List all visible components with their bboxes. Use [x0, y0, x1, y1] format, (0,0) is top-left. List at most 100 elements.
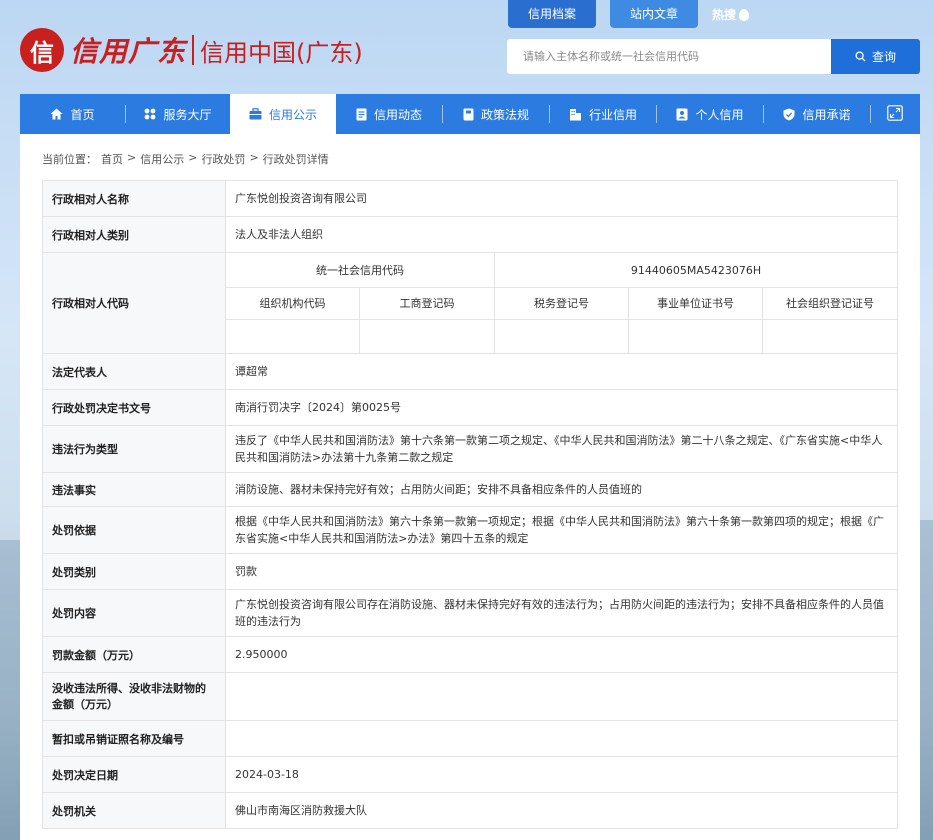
breadcrumb-separator: >	[127, 151, 137, 164]
nav-item-label: 行业信用	[588, 107, 637, 122]
shield-icon	[783, 108, 795, 121]
row-value	[224, 672, 899, 721]
table-row: 法定代表人 谭超常	[42, 353, 899, 390]
building-icon	[569, 108, 582, 121]
row-label: 法定代表人	[42, 353, 226, 390]
table-row: 罚款金额（万元） 2.950000	[42, 636, 899, 673]
row-value	[224, 720, 899, 757]
row-label: 行政相对人名称	[42, 180, 226, 217]
logo-divider	[192, 35, 195, 65]
row-value: 南消行罚决字〔2024〕第0025号	[224, 389, 899, 426]
code-header: 组织机构代码	[225, 287, 360, 320]
breadcrumb: 当前位置： 首页 > 信用公示 > 行政处罚 > 行政处罚详情	[42, 151, 329, 167]
row-label: 罚款金额（万元）	[42, 636, 226, 673]
code-value	[494, 319, 629, 354]
grid-icon	[144, 108, 156, 120]
row-value: 违反了《中华人民共和国消防法》第十六条第一款第二项之规定、《中华人民共和国消防法…	[224, 425, 899, 473]
breadcrumb-prefix: 当前位置：	[42, 153, 97, 166]
row-label: 处罚决定日期	[42, 756, 226, 793]
row-value: 罚款	[224, 553, 899, 590]
row-label: 处罚机关	[42, 792, 226, 829]
code-value	[359, 319, 495, 354]
id-card-icon	[676, 108, 688, 121]
site-header: 信 信用广东 信用中国(广东) 信用档案 站内文章 热搜 查询	[0, 0, 933, 92]
code-header: 社会组织登记证号	[761, 287, 899, 320]
nav-item-industry-credit[interactable]: 行业信用	[550, 94, 656, 134]
search-input[interactable]	[507, 39, 831, 74]
table-row: 行政相对人类别 法人及非法人组织	[42, 216, 899, 253]
breadcrumb-credit-public[interactable]: 信用公示	[140, 151, 184, 167]
table-row: 行政相对人名称 广东悦创投资咨询有限公司	[42, 180, 899, 217]
row-label: 没收违法所得、没收非法财物的金额（万元）	[42, 672, 226, 721]
row-label: 行政相对人代码	[42, 252, 226, 354]
logo-script-text: 信用广东	[70, 35, 187, 68]
code-header: 工商登记码	[359, 287, 495, 320]
code-header: 事业单位证书号	[628, 287, 763, 320]
site-logo[interactable]: 信 信用广东 信用中国(广东)	[20, 28, 363, 72]
search-button[interactable]: 查询	[831, 39, 920, 74]
table-row: 行政相对人代码 统一社会信用代码 91440605MA5423076H	[42, 252, 899, 354]
nav-item-personal-credit[interactable]: 个人信用	[657, 94, 763, 134]
row-value: 佛山市南海区消防救援大队	[224, 792, 899, 829]
code-value	[628, 319, 763, 354]
table-row: 行政处罚决定书文号 南消行罚决字〔2024〕第0025号	[42, 389, 899, 426]
tab-credit-archive[interactable]: 信用档案	[508, 0, 597, 28]
search-bar: 查询	[507, 39, 920, 74]
logo-title: 信用中国(广东)	[200, 38, 363, 67]
row-value: 消防设施、器材未保持完好有效；占用防火间距；安排不具备相应条件的人员值班的	[224, 472, 899, 507]
row-label: 处罚内容	[42, 589, 226, 637]
row-value: 2024-03-18	[224, 756, 899, 793]
table-row: 没收违法所得、没收非法财物的金额（万元）	[42, 672, 899, 721]
nav-item-label: 政策法规	[480, 107, 529, 122]
nav-item-credit-promise[interactable]: 信用承诺	[764, 94, 870, 134]
row-label: 行政处罚决定书文号	[42, 389, 226, 426]
search-button-label: 查询	[871, 50, 896, 64]
nav-item-label: 信用动态	[373, 107, 422, 122]
nav-item-label: 信用公示	[268, 107, 317, 122]
row-value: 法人及非法人组织	[224, 216, 899, 253]
main-content: 当前位置： 首页 > 信用公示 > 行政处罚 > 行政处罚详情 行政相对人名称 …	[20, 134, 920, 840]
table-row: 处罚依据 根据《中华人民共和国消防法》第六十条第一款第一项规定；根据《中华人民共…	[42, 506, 899, 554]
nav-item-credit-public[interactable]: 信用公示	[230, 94, 336, 134]
row-value: 根据《中华人民共和国消防法》第六十条第一款第一项规定；根据《中华人民共和国消防法…	[224, 506, 899, 554]
row-value: 广东悦创投资咨询有限公司存在消防设施、器材未保持完好有效的违法行为；占用防火间距…	[224, 589, 899, 637]
nav-item-service-hall[interactable]: 服务大厅	[126, 94, 230, 134]
row-value: 2.950000	[224, 636, 899, 673]
code-header: 税务登记号	[494, 287, 629, 320]
nav-item-credit-news[interactable]: 信用动态	[336, 94, 442, 134]
nav-item-home[interactable]: 首页	[20, 94, 125, 134]
nav-expand-button[interactable]	[871, 94, 919, 134]
breadcrumb-penalty[interactable]: 行政处罚	[201, 151, 245, 167]
code-value	[225, 319, 360, 354]
search-scope-tabs: 信用档案 站内文章 热搜	[508, 0, 750, 30]
row-value: 谭超常	[224, 353, 899, 390]
search-icon	[855, 51, 866, 62]
row-label: 处罚依据	[42, 506, 226, 554]
table-row: 违法行为类型 违反了《中华人民共和国消防法》第十六条第一款第二项之规定、《中华人…	[42, 425, 899, 473]
row-label: 违法事实	[42, 472, 226, 507]
tab-site-articles[interactable]: 站内文章	[610, 0, 699, 28]
hot-search-link[interactable]: 热搜	[712, 0, 750, 30]
nav-item-policy[interactable]: 政策法规	[443, 94, 549, 134]
usc-code-value: 91440605MA5423076H	[493, 252, 899, 288]
row-label: 违法行为类型	[42, 425, 226, 473]
table-row: 违法事实 消防设施、器材未保持完好有效；占用防火间距；安排不具备相应条件的人员值…	[42, 472, 899, 507]
main-nav: 首页 服务大厅 信用公示 信用动态 政策法规 行业信用 个人信用 信用承诺	[20, 94, 920, 134]
breadcrumb-current: 行政处罚详情	[262, 153, 329, 166]
code-value	[761, 319, 899, 354]
row-label: 暂扣或吊销证照名称及编号	[42, 720, 226, 757]
table-row: 暂扣或吊销证照名称及编号	[42, 720, 899, 757]
breadcrumb-home[interactable]: 首页	[101, 151, 123, 167]
document-icon	[356, 108, 367, 121]
breadcrumb-separator: >	[249, 151, 259, 164]
penalty-detail-table: 行政相对人名称 广东悦创投资咨询有限公司 行政相对人类别 法人及非法人组织 行政…	[42, 180, 899, 829]
table-row: 处罚类别 罚款	[42, 553, 899, 590]
table-row: 处罚内容 广东悦创投资咨询有限公司存在消防设施、器材未保持完好有效的违法行为；占…	[42, 589, 899, 637]
flame-icon	[739, 9, 750, 21]
row-label: 行政相对人类别	[42, 216, 226, 253]
background-building	[0, 540, 20, 840]
breadcrumb-separator: >	[188, 151, 198, 164]
nav-item-label: 个人信用	[695, 107, 744, 122]
briefcase-icon	[249, 108, 262, 120]
nav-item-label: 首页	[70, 107, 95, 122]
